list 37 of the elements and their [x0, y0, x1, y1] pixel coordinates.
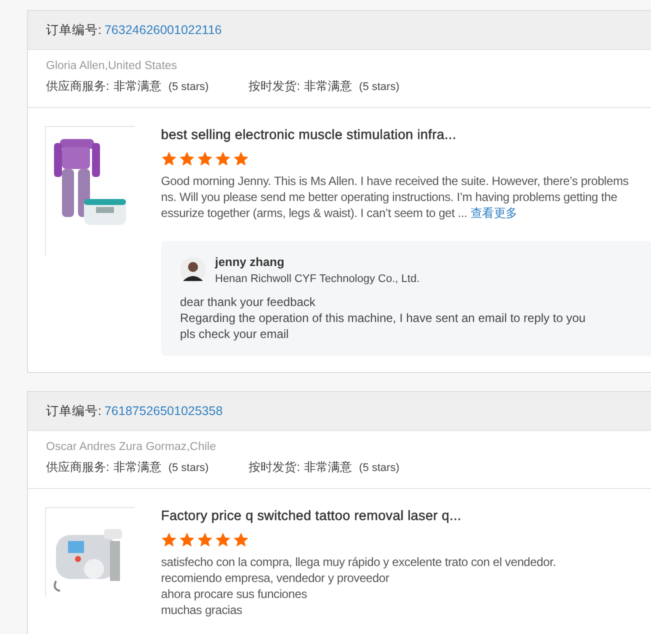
- star-icon: [161, 151, 177, 167]
- view-more-link[interactable]: 查看更多: [470, 206, 518, 220]
- order-number-link[interactable]: 76187526501025358: [104, 404, 223, 418]
- rating-note: (5 stars): [359, 462, 400, 474]
- rating-value: 非常满意: [113, 78, 162, 95]
- star-icon: [197, 532, 213, 548]
- product-title[interactable]: best selling electronic muscle stimulation infra...: [161, 127, 651, 142]
- star-icon: [161, 532, 177, 548]
- review-text: satisfecho con la compra, llega muy rápido y excelente trato con el vendedor. recomiendo empresa, vendedor y proveedor ahora procare sus funciones muchas gracias: [161, 554, 556, 618]
- rating-note: (5 stars): [168, 462, 209, 474]
- rating-value: 非常满意: [304, 459, 352, 476]
- star-icon: [233, 151, 249, 167]
- seller-name: jenny zhang: [215, 255, 286, 269]
- buyer-name: Gloria Allen,United States: [46, 60, 178, 72]
- order-label: 订单编号:: [46, 22, 102, 38]
- star-icon: [197, 151, 213, 167]
- star-icon: [215, 532, 231, 548]
- reply-text: dear thank your feedback Regarding the operation of this machine, I have sent an email to reply to you pls check your email: [180, 294, 587, 342]
- review-text: Good morning Jenny. This is Ms Allen. I have received the suite. However, there’s problems ns. Will you please send me better operating instructions. I’m having problems getting the essurize together (arms, legs & waist). I can’t seem to get ... 查看更多: [161, 173, 630, 221]
- rating-label: 按时发货:: [248, 78, 300, 95]
- rating-note: (5 stars): [359, 80, 400, 92]
- star-icon: [179, 151, 195, 167]
- order-number-link[interactable]: 76324626001022116: [104, 23, 222, 37]
- buyer-name: Oscar Andres Zura Gormaz,Chile: [46, 441, 218, 453]
- product-title[interactable]: Factory price q switched tattoo removal laser q...: [161, 508, 556, 523]
- rating-value: 非常满意: [304, 78, 352, 95]
- rating-label: 按时发货:: [248, 459, 300, 476]
- rating-label: 供应商服务:: [46, 459, 110, 476]
- star-icon: [179, 532, 195, 548]
- avatar-icon: [180, 257, 206, 283]
- seller-company: Henan Richwoll CYF Technology Co., Ltd.: [215, 273, 420, 285]
- star-icon: [215, 151, 231, 167]
- rating-label: 供应商服务:: [46, 78, 110, 95]
- order-label: 订单编号:: [46, 402, 102, 420]
- star-icon: [233, 532, 249, 548]
- rating-note: (5 stars): [168, 80, 209, 92]
- rating-value: 非常满意: [113, 459, 162, 476]
